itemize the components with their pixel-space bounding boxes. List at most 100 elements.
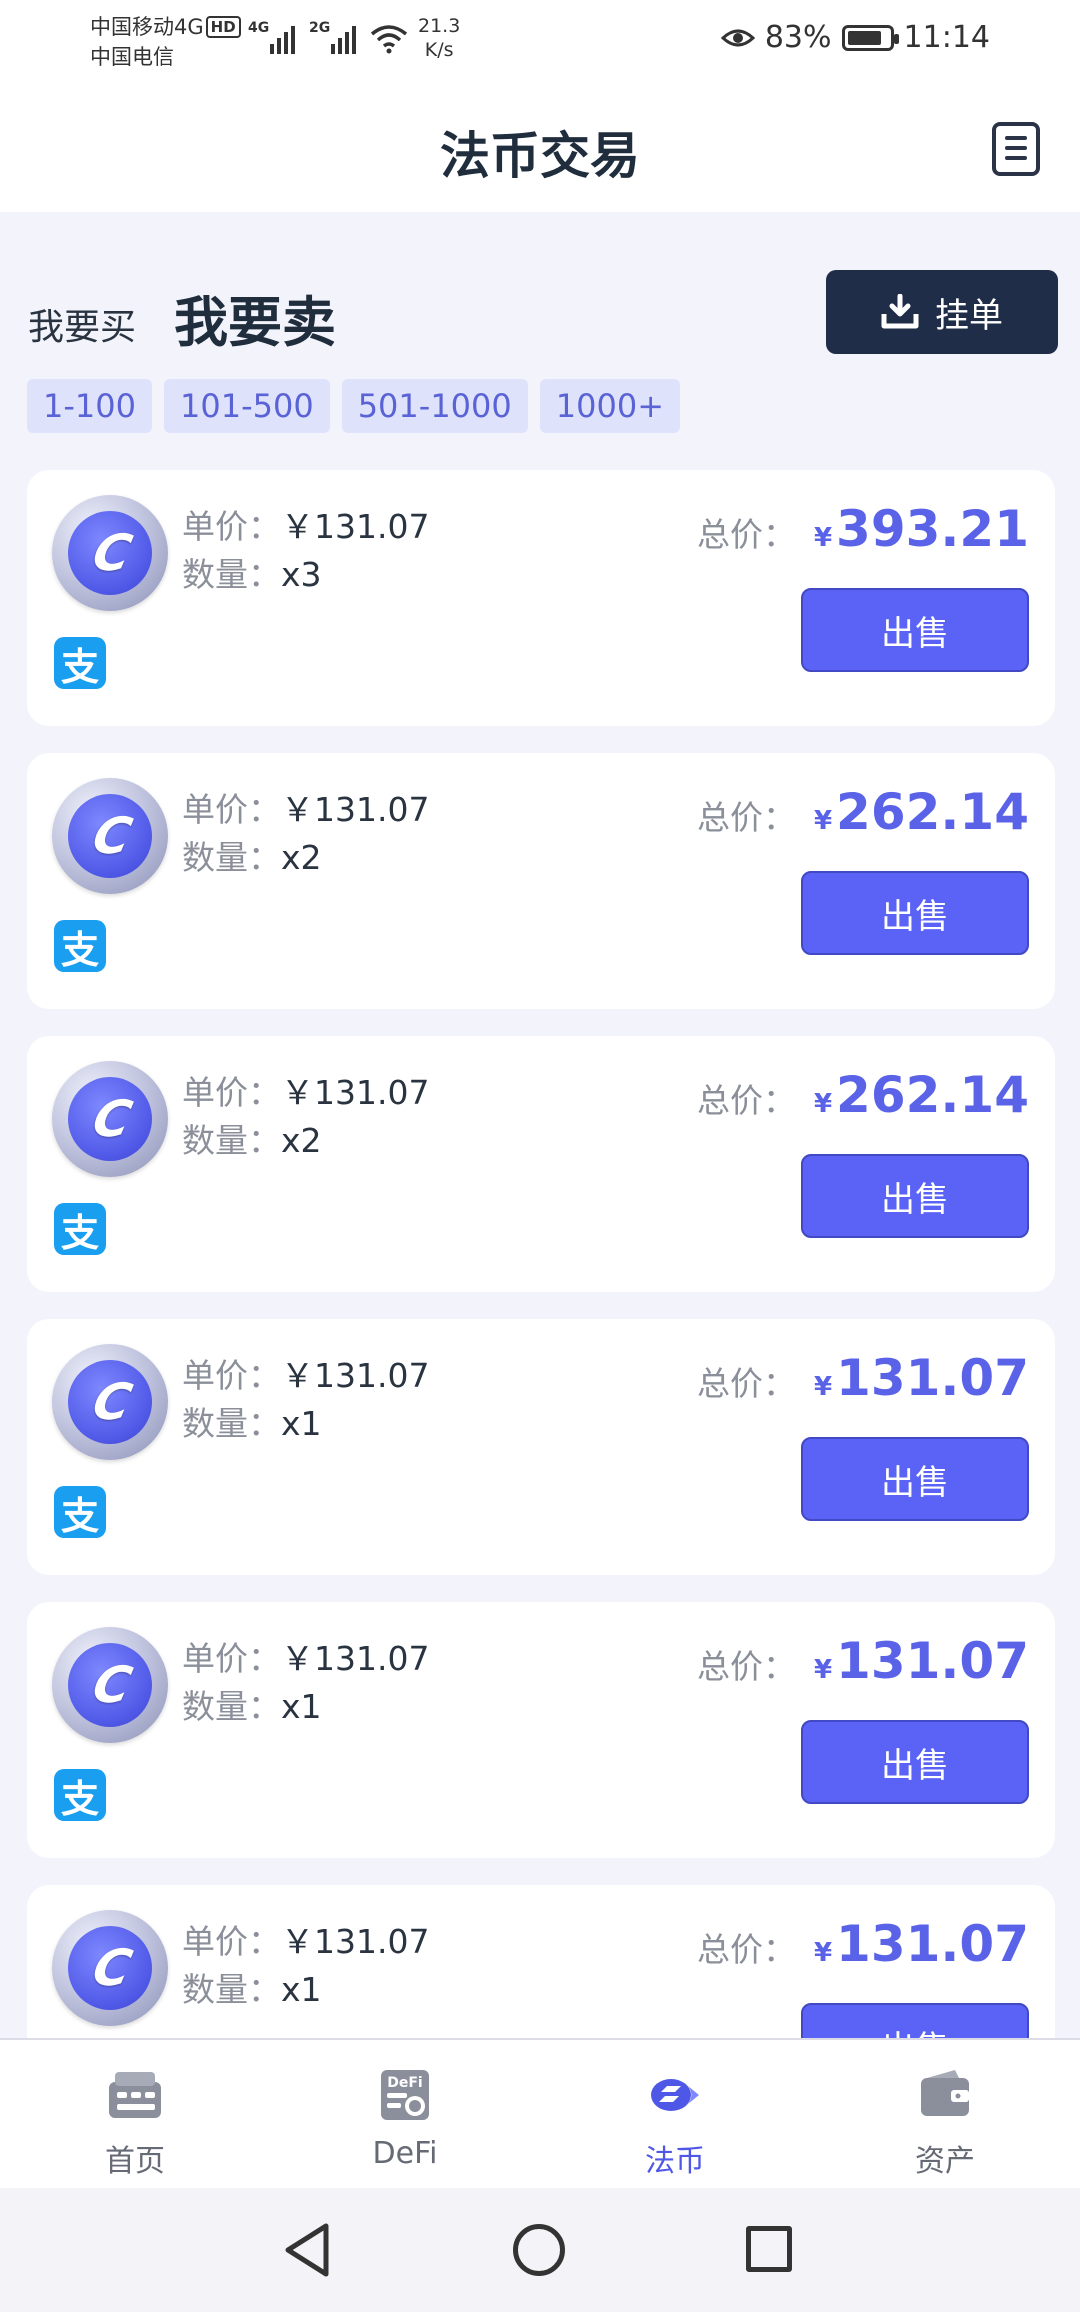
nav-label-fiat: 法币 <box>645 2144 705 2179</box>
order-card: C 支 单价：￥131.07 数量：x1 总价：¥131.07 出售 <box>27 1602 1055 1858</box>
quantity-label: 数量： <box>182 838 281 877</box>
total-label: 总价： <box>696 1081 796 1120</box>
sell-button[interactable]: 出售 <box>801 871 1029 955</box>
svg-text:DeFi: DeFi <box>387 2075 422 2091</box>
nav-item-assets[interactable]: 资产 <box>810 2040 1080 2188</box>
carrier-1: 中国移动4G <box>90 15 204 39</box>
recent-apps-icon[interactable] <box>746 2226 792 2272</box>
sell-button[interactable]: 出售 <box>801 1720 1029 1804</box>
quantity-label: 数量： <box>182 555 281 594</box>
order-card: C 支 单价：￥131.07 数量：x2 总价： ¥262.14 出售 <box>27 1036 1055 1292</box>
nav-label-defi: DeFi <box>372 2136 438 2171</box>
tab-buy[interactable]: 我要买 <box>28 298 136 350</box>
alipay-icon: 支 <box>54 1203 106 1255</box>
total-label: 总价： <box>696 1930 796 1969</box>
filter-chip-1-100[interactable]: 1-100 <box>27 379 152 433</box>
app-header: 法币交易 <box>0 78 1080 212</box>
quantity-label: 数量： <box>182 1404 281 1443</box>
filter-chip-101-500[interactable]: 101-500 <box>163 379 330 433</box>
back-icon[interactable] <box>282 2222 332 2278</box>
signal-2g-icon: 2G <box>309 18 356 54</box>
alipay-icon: 支 <box>54 1486 106 1538</box>
tab-sell[interactable]: 我要卖 <box>174 278 336 357</box>
total-amount: 393.21 <box>836 500 1029 558</box>
home-circle-icon[interactable] <box>513 2224 565 2276</box>
unit-price-label: 单价： <box>182 1073 281 1112</box>
unit-price-value: ￥131.07 <box>281 507 430 546</box>
battery-icon <box>841 24 899 51</box>
coin-icon: C <box>52 495 168 611</box>
nav-item-home[interactable]: 首页 <box>0 2040 270 2188</box>
sell-button[interactable]: 出售 <box>801 2003 1029 2038</box>
quantity-label: 数量： <box>182 1970 281 2009</box>
total-amount: 131.07 <box>836 1915 1029 1973</box>
sell-button[interactable]: 出售 <box>801 1437 1029 1521</box>
carrier-2: 中国电信 <box>90 45 174 69</box>
sell-button[interactable]: 出售 <box>801 588 1029 672</box>
document-list-icon[interactable] <box>992 122 1040 176</box>
unit-price-value: ￥131.07 <box>281 1073 430 1112</box>
currency-symbol: ¥ <box>813 1089 833 1119</box>
sell-button[interactable]: 出售 <box>801 1154 1029 1238</box>
currency-symbol: ¥ <box>813 523 833 553</box>
clock: 11:14 <box>903 20 990 55</box>
quantity-value: x1 <box>281 1970 322 2009</box>
total-amount: 131.07 <box>836 1632 1029 1690</box>
currency-symbol: ¥ <box>813 1372 833 1402</box>
unit-price-label: 单价： <box>182 1639 281 1678</box>
battery-percent: 83% <box>764 20 832 55</box>
fiat-icon <box>651 2079 699 2111</box>
quantity-value: x2 <box>281 1121 322 1160</box>
amount-filters: 1-100 101-500 501-1000 1000+ <box>27 379 680 433</box>
signal-indicators: 4G 2G <box>248 18 408 54</box>
quantity-label: 数量： <box>182 1687 281 1726</box>
unit-price-label: 单价： <box>182 507 281 546</box>
unit-price-label: 单价： <box>182 1922 281 1961</box>
total-amount: 262.14 <box>836 1066 1029 1124</box>
coin-icon: C <box>52 778 168 894</box>
status-right: 83% 11:14 <box>720 20 990 55</box>
order-card: C 支 单价：￥131.07 数量：x1 总价：¥131.07 出售 <box>27 1319 1055 1575</box>
quantity-value: x1 <box>281 1404 322 1443</box>
system-nav-bar <box>0 2188 1080 2312</box>
unit-price-label: 单价： <box>182 790 281 829</box>
bottom-nav: 首页 DeFi DeFi 法币 资产 <box>0 2038 1080 2188</box>
total-label: 总价： <box>696 1364 796 1403</box>
hd-badge: HD <box>205 16 241 38</box>
alipay-icon: 支 <box>54 920 106 972</box>
network-speed: 21.3 K/s <box>418 15 461 61</box>
unit-price-value: ￥131.07 <box>281 1356 430 1395</box>
post-order-label: 挂单 <box>935 295 1003 336</box>
total-amount: 262.14 <box>836 783 1029 841</box>
order-card: C 支 单价：￥131.07 数量：x2 总价： ¥262.14 出售 <box>27 753 1055 1009</box>
post-order-button[interactable]: 挂单 <box>826 270 1058 354</box>
currency-symbol: ¥ <box>813 806 833 836</box>
currency-symbol: ¥ <box>813 1655 833 1685</box>
total-label: 总价： <box>696 515 796 554</box>
total-amount: 131.07 <box>836 1349 1029 1407</box>
coin-icon: C <box>52 1061 168 1177</box>
order-list[interactable]: C 支 单价：￥131.07 数量：x3 总价： ¥393.21 出售 C 支 单… <box>27 470 1055 2038</box>
unit-price-value: ￥131.07 <box>281 790 430 829</box>
quantity-label: 数量： <box>182 1121 281 1160</box>
coin-icon: C <box>52 1627 168 1743</box>
defi-icon: DeFi <box>381 2070 429 2120</box>
nav-item-defi[interactable]: DeFi DeFi <box>270 2040 540 2188</box>
quantity-value: x1 <box>281 1687 322 1726</box>
coin-icon: C <box>52 1344 168 1460</box>
nav-label-home: 首页 <box>105 2144 165 2179</box>
nav-item-fiat[interactable]: 法币 <box>540 2040 810 2188</box>
carrier-info: 中国移动4G HD 中国电信 <box>90 12 241 72</box>
signal-4g-icon: 4G <box>248 18 295 54</box>
nav-label-assets: 资产 <box>915 2144 975 2179</box>
order-card: C 支 单价：￥131.07 数量：x1 总价：¥131.07 出售 <box>27 1885 1055 2038</box>
eye-icon <box>720 29 755 46</box>
filter-chip-1000-plus[interactable]: 1000+ <box>539 379 680 433</box>
status-bar: 中国移动4G HD 中国电信 4G 2G 21.3 K/s 83% 11:14 <box>0 0 1080 78</box>
alipay-icon: 支 <box>54 1769 106 1821</box>
unit-price-value: ￥131.07 <box>281 1639 430 1678</box>
filter-chip-501-1000[interactable]: 501-1000 <box>341 379 528 433</box>
download-icon <box>881 294 919 329</box>
unit-price-value: ￥131.07 <box>281 1922 430 1961</box>
currency-symbol: ¥ <box>813 1938 833 1968</box>
